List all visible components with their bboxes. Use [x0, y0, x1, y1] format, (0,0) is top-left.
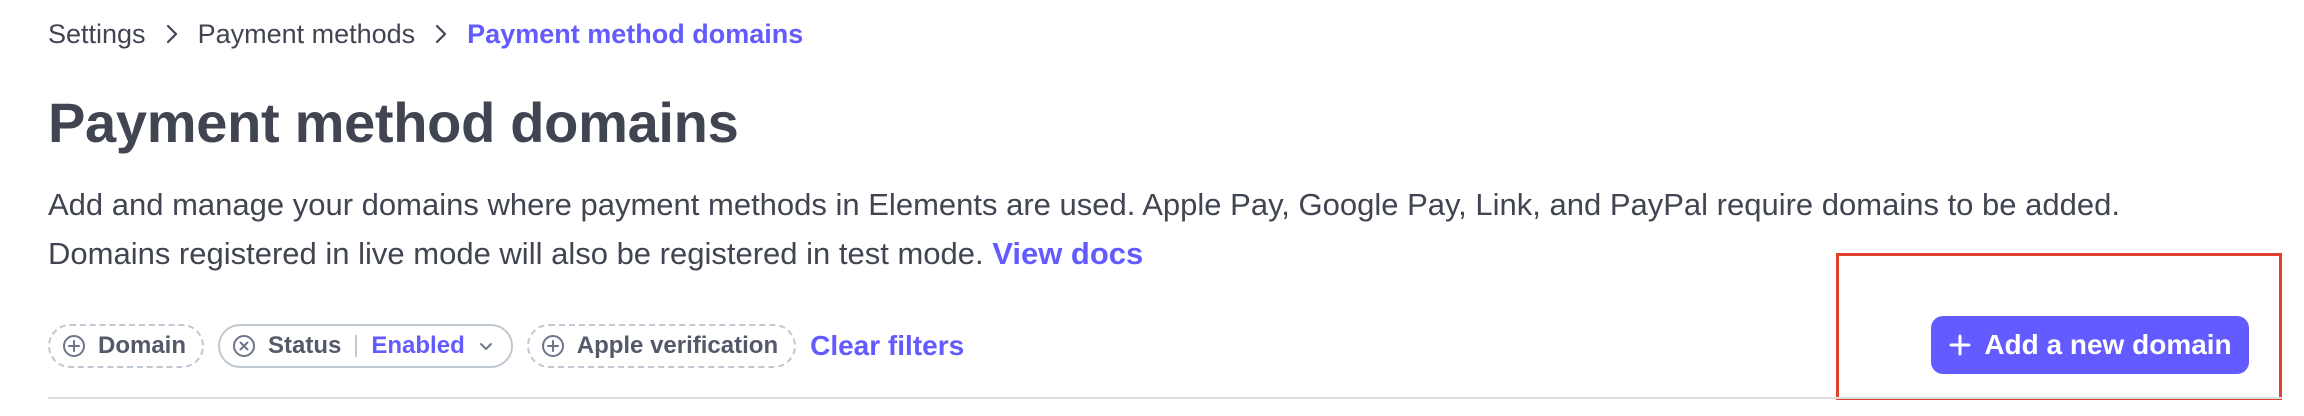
- filter-status-label: Status: [268, 332, 342, 359]
- plus-circle-icon: [62, 334, 86, 358]
- divider-line: [48, 397, 2282, 399]
- filter-chip-domain[interactable]: Domain: [48, 324, 205, 368]
- filter-status-value: Enabled: [371, 332, 465, 359]
- chip-divider: [355, 335, 358, 357]
- chevron-right-icon: [146, 23, 198, 45]
- chevron-down-icon: [477, 337, 495, 355]
- filter-chip-apple-verification[interactable]: Apple verification: [526, 324, 797, 368]
- plus-circle-icon: [541, 334, 565, 358]
- clear-filters-link[interactable]: Clear filters: [810, 330, 964, 362]
- highlight-box: [1836, 253, 2282, 400]
- breadcrumb-current[interactable]: Payment method domains: [467, 19, 803, 50]
- chevron-right-icon: [415, 23, 467, 45]
- filter-domain-label: Domain: [98, 332, 187, 359]
- remove-circle-icon[interactable]: [232, 334, 256, 358]
- view-docs-link[interactable]: View docs: [992, 236, 1143, 271]
- breadcrumb: Settings Payment methods Payment method …: [48, 14, 803, 54]
- page-title: Payment method domains: [48, 91, 739, 154]
- filter-chip-status[interactable]: Status Enabled: [218, 324, 513, 368]
- breadcrumb-payment-methods[interactable]: Payment methods: [198, 19, 416, 50]
- breadcrumb-settings[interactable]: Settings: [48, 19, 146, 50]
- filter-bar: Domain Status Enabled Apple verification…: [48, 322, 964, 370]
- filter-apple-label: Apple verification: [576, 332, 779, 359]
